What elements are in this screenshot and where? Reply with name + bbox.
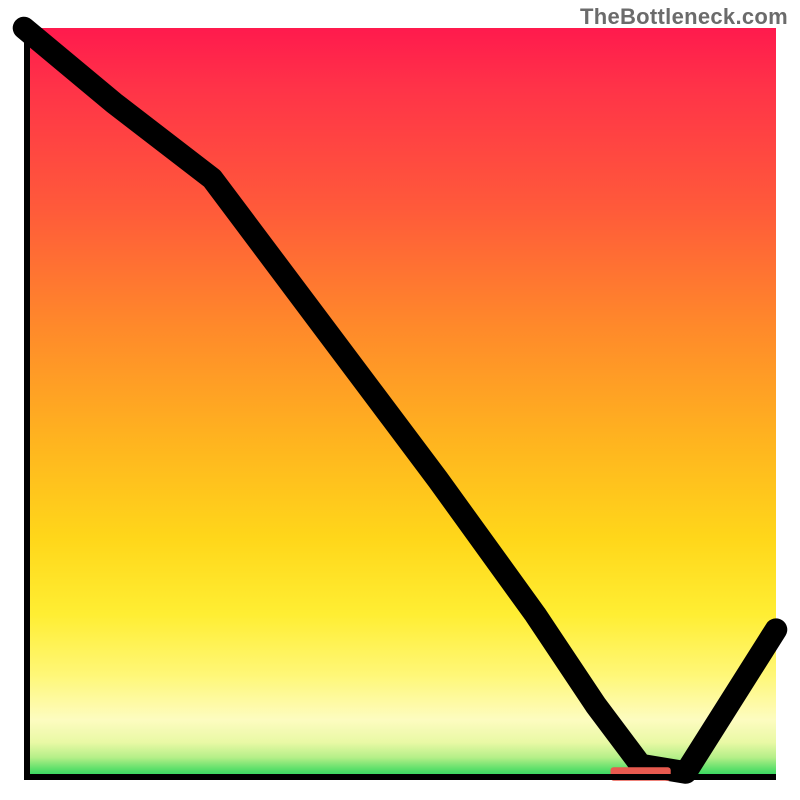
plot-area <box>24 28 776 780</box>
bottleneck-curve <box>24 28 776 772</box>
optimal-range-bar <box>611 767 671 781</box>
attribution-label: TheBottleneck.com <box>580 4 788 30</box>
chart-root: TheBottleneck.com <box>0 0 800 800</box>
chart-svg <box>24 28 776 780</box>
